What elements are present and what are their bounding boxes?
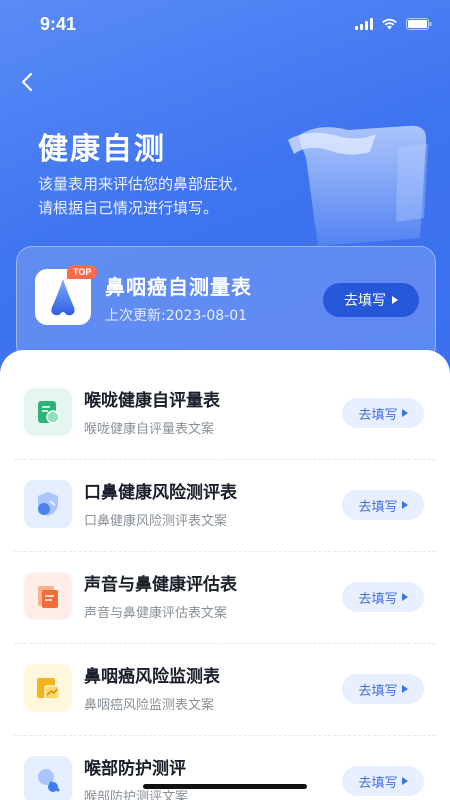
chart-icon <box>24 664 72 712</box>
status-bar: 9:41 <box>0 0 450 50</box>
list-item-desc: 声音与鼻健康评估表文案 <box>84 606 228 621</box>
list-item-title: 鼻咽癌风险监测表 <box>84 667 220 687</box>
home-indicator <box>143 784 307 789</box>
list-item[interactable]: 声音与鼻健康评估表 声音与鼻健康评估表文案 去填写 <box>14 552 436 644</box>
page-description: 该量表用来评估您的鼻部症状, 请根据自己情况进行填写。 <box>38 172 298 220</box>
play-arrow-icon <box>401 501 408 509</box>
list-item[interactable]: 鼻咽癌风险监测表 鼻咽癌风险监测表文案 去填写 <box>14 644 436 736</box>
status-icons <box>355 18 432 30</box>
fill-button[interactable]: 去填写 <box>342 490 424 520</box>
list-item-desc: 鼻咽癌风险监测表文案 <box>84 698 215 713</box>
fill-button[interactable]: 去填写 <box>342 582 424 612</box>
featured-form-card[interactable]: TOP 鼻咽癌自测量表 上次更新:2023-08-01 去填写 <box>16 246 436 362</box>
list-item[interactable]: 喉咙健康自评量表 喉咙健康自评量表文案 去填写 <box>14 368 436 460</box>
fill-button[interactable]: 去填写 <box>342 766 424 796</box>
back-icon[interactable] <box>16 70 40 94</box>
fill-button[interactable]: 去填写 <box>342 398 424 428</box>
form-list: 喉咙健康自评量表 喉咙健康自评量表文案 去填写 口鼻健康风险测评表 口鼻健康风险… <box>0 350 450 800</box>
list-item-title: 声音与鼻健康评估表 <box>84 575 237 595</box>
play-arrow-icon <box>401 777 408 785</box>
description-line-1: 该量表用来评估您的鼻部症状, <box>38 175 238 193</box>
paper-scroll-illustration <box>288 125 428 246</box>
throat-form-icon <box>24 388 72 436</box>
battery-icon <box>406 18 432 30</box>
wifi-icon <box>382 18 397 30</box>
fill-button-label: 去填写 <box>358 591 398 607</box>
status-time: 9:41 <box>40 14 77 34</box>
top-badge: TOP <box>67 265 98 279</box>
last-updated-text: 上次更新:2023-08-01 <box>105 308 248 324</box>
fill-button-label: 去填写 <box>358 775 398 791</box>
shield-icon <box>24 480 72 528</box>
search-icon <box>24 756 72 800</box>
featured-form-title: 鼻咽癌自测量表 <box>105 275 252 299</box>
play-arrow-icon <box>401 685 408 693</box>
list-item[interactable]: 喉部防护测评 喉部防护测评文案 去填写 <box>14 736 436 800</box>
signal-icon <box>355 18 373 30</box>
list-item-desc: 口鼻健康风险测评表文案 <box>84 514 228 529</box>
list-item-title: 口鼻健康风险测评表 <box>84 483 237 503</box>
page-title: 健康自测 <box>38 132 166 167</box>
fill-button-label: 去填写 <box>358 499 398 515</box>
description-line-2: 请根据自己情况进行填写。 <box>38 199 219 217</box>
list-item-desc: 喉咙健康自评量表文案 <box>84 422 215 437</box>
fill-button-label: 去填写 <box>358 683 398 699</box>
play-arrow-icon <box>392 296 398 304</box>
list-item-title: 喉部防护测评 <box>84 759 186 779</box>
featured-fill-button-label: 去填写 <box>344 293 386 309</box>
play-arrow-icon <box>401 593 408 601</box>
fill-button[interactable]: 去填写 <box>342 674 424 704</box>
featured-fill-button[interactable]: 去填写 <box>323 283 419 317</box>
list-item-title: 喉咙健康自评量表 <box>84 391 220 411</box>
fill-button-label: 去填写 <box>358 407 398 423</box>
list-item[interactable]: 口鼻健康风险测评表 口鼻健康风险测评表文案 去填写 <box>14 460 436 552</box>
document-icon <box>24 572 72 620</box>
play-arrow-icon <box>401 409 408 417</box>
